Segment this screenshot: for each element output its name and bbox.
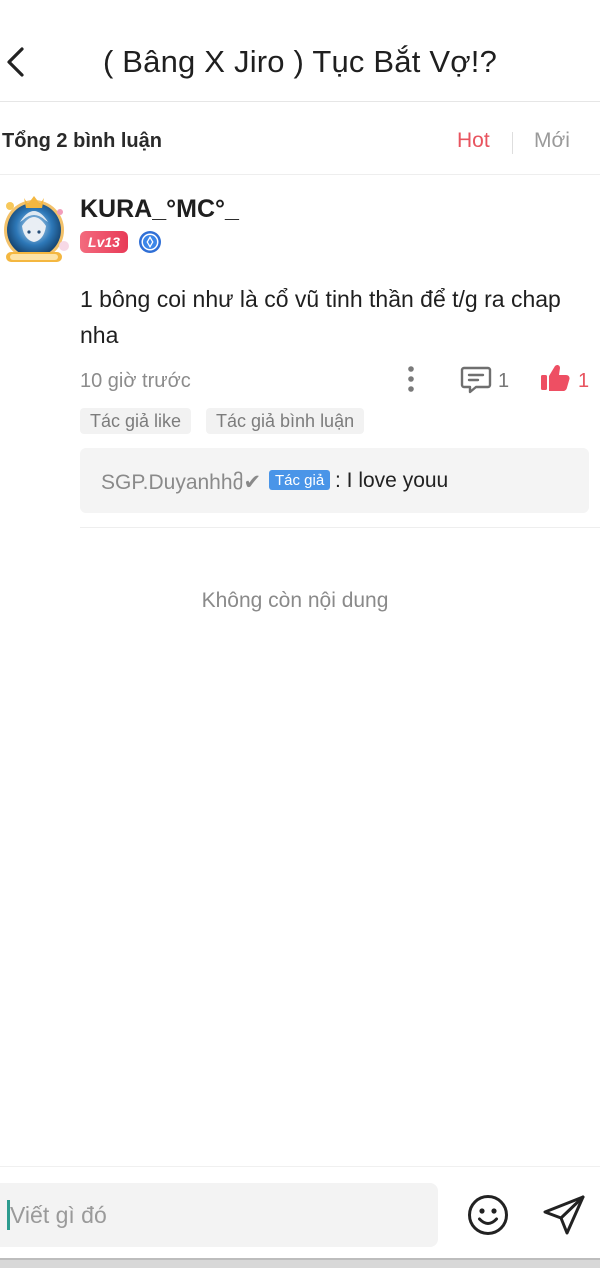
thumbs-up-icon	[541, 364, 570, 391]
like-count: 1	[578, 370, 590, 392]
reply-username[interactable]: SGP.Duyanhhმ✔	[101, 470, 261, 495]
header-bar: ( Bâng X Jiro ) Tục Bắt Vợ!?	[0, 0, 600, 102]
author-badge: Tác giả	[269, 470, 331, 490]
comment-input-bar	[0, 1166, 600, 1268]
reply-count: 1	[498, 370, 510, 392]
author-liked-tag: Tác giả like	[80, 408, 192, 434]
more-vertical-icon	[408, 366, 414, 392]
comment-summary-bar: Tổng 2 bình luận Hot Mới	[0, 103, 600, 175]
comment-timestamp: 10 giờ trước	[80, 370, 191, 392]
send-button[interactable]	[541, 1193, 587, 1237]
comment-count: Tổng 2 bình luận	[2, 130, 162, 152]
like-button[interactable]	[539, 362, 571, 394]
page-title: ( Bâng X Jiro ) Tục Bắt Vợ!?	[102, 44, 498, 79]
level-badge: Lv13	[80, 231, 128, 253]
sort-new-tab[interactable]: Mới	[534, 129, 570, 153]
comment-icon	[460, 366, 492, 394]
smiley-icon	[468, 1195, 508, 1235]
emoji-button[interactable]	[466, 1193, 510, 1237]
sort-divider	[512, 132, 513, 154]
sort-hot-tab[interactable]: Hot	[457, 129, 490, 153]
comment-username[interactable]: KURA_°MC°_	[80, 195, 239, 224]
reply-preview[interactable]: SGP.Duyanhhმ✔ Tác giả : I love youu	[80, 448, 589, 513]
comment-input[interactable]	[0, 1183, 438, 1247]
screen-bottom-edge	[0, 1258, 600, 1268]
end-of-list-label: Không còn nội dung	[201, 589, 389, 612]
comment-divider	[80, 527, 600, 528]
avatar[interactable]	[2, 188, 70, 268]
comment-body: 1 bông coi như là cổ vũ tinh thần để t/g…	[80, 286, 561, 348]
reply-button[interactable]	[460, 365, 492, 395]
text-cursor	[7, 1200, 10, 1230]
comments-screen: ( Bâng X Jiro ) Tục Bắt Vợ!? Tổng 2 bình…	[0, 0, 600, 1268]
verified-badge-icon	[138, 230, 162, 254]
avatar-image	[4, 196, 69, 262]
author-commented-tag: Tác giả bình luận	[206, 408, 365, 434]
reply-text: : I love youu	[335, 469, 449, 492]
more-options-button[interactable]	[400, 364, 422, 394]
send-icon	[543, 1195, 585, 1235]
